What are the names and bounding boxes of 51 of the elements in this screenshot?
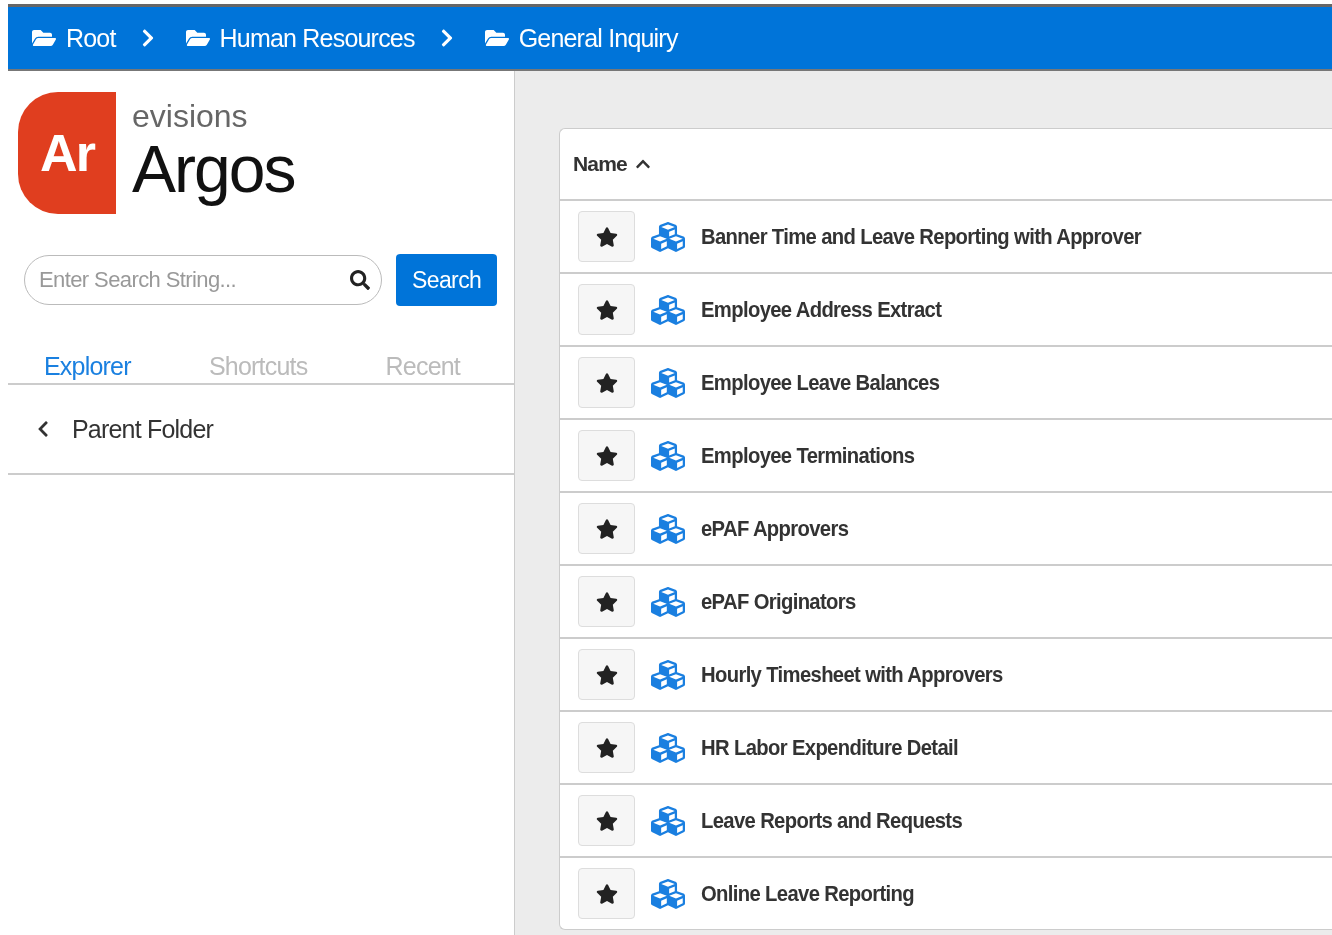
favorite-button[interactable] [578, 357, 635, 408]
cubes-icon [651, 730, 685, 765]
cubes-icon [651, 219, 685, 254]
favorite-button[interactable] [578, 211, 635, 262]
report-name[interactable]: Employee Address Extract [701, 296, 942, 323]
report-name[interactable]: Online Leave Reporting [701, 880, 914, 907]
star-icon [595, 809, 618, 832]
report-name[interactable]: ePAF Originators [701, 588, 856, 615]
cubes-icon [651, 584, 685, 619]
report-name[interactable]: Employee Leave Balances [701, 369, 940, 396]
star-icon [595, 663, 618, 686]
star-icon [595, 225, 618, 248]
breadcrumb-link[interactable]: Root [32, 23, 116, 53]
company-name: evisions [132, 100, 249, 132]
cubes-icon [651, 292, 685, 327]
cubes-icon [651, 803, 685, 838]
favorite-button[interactable] [578, 649, 635, 700]
star-icon [595, 882, 618, 905]
search-button[interactable]: Search [396, 254, 498, 306]
star-icon [595, 371, 618, 394]
star-icon [595, 736, 618, 759]
search-field[interactable]: Enter Search String... [24, 255, 382, 305]
star-icon [595, 590, 618, 613]
favorite-button[interactable] [578, 430, 635, 481]
cubes-icon [651, 876, 685, 911]
favorite-button[interactable] [578, 795, 635, 846]
report-name[interactable]: Employee Terminations [701, 442, 915, 469]
report-name[interactable]: Hourly Timesheet with Approvers [701, 661, 1003, 688]
report-name[interactable]: HR Labor Expenditure Detail [701, 734, 959, 761]
parent-folder-link[interactable]: Parent Folder [8, 385, 514, 475]
favorite-button[interactable] [578, 503, 635, 554]
cubes-icon [651, 438, 685, 473]
report-name[interactable]: Leave Reports and Requests [701, 807, 963, 834]
tab[interactable]: Explorer [44, 352, 131, 383]
report-name[interactable]: Banner Time and Leave Reporting with Approver [701, 223, 1141, 250]
breadcrumb-link[interactable]: General Inquiry [484, 23, 678, 53]
cubes-icon [651, 365, 685, 400]
search-icon [350, 270, 370, 290]
column-header[interactable]: Name [573, 152, 651, 176]
breadcrumb-link[interactable]: Human Resources [185, 23, 415, 53]
cubes-icon [651, 511, 685, 546]
logo-mark: Ar [18, 92, 116, 214]
star-icon [595, 298, 618, 321]
favorite-button[interactable] [578, 722, 635, 773]
favorite-button[interactable] [578, 868, 635, 919]
star-icon [595, 517, 618, 540]
cubes-icon [651, 657, 685, 692]
favorite-button[interactable] [578, 284, 635, 335]
favorite-button[interactable] [578, 576, 635, 627]
report-name[interactable]: ePAF Approvers [701, 515, 849, 542]
star-icon [595, 444, 618, 467]
